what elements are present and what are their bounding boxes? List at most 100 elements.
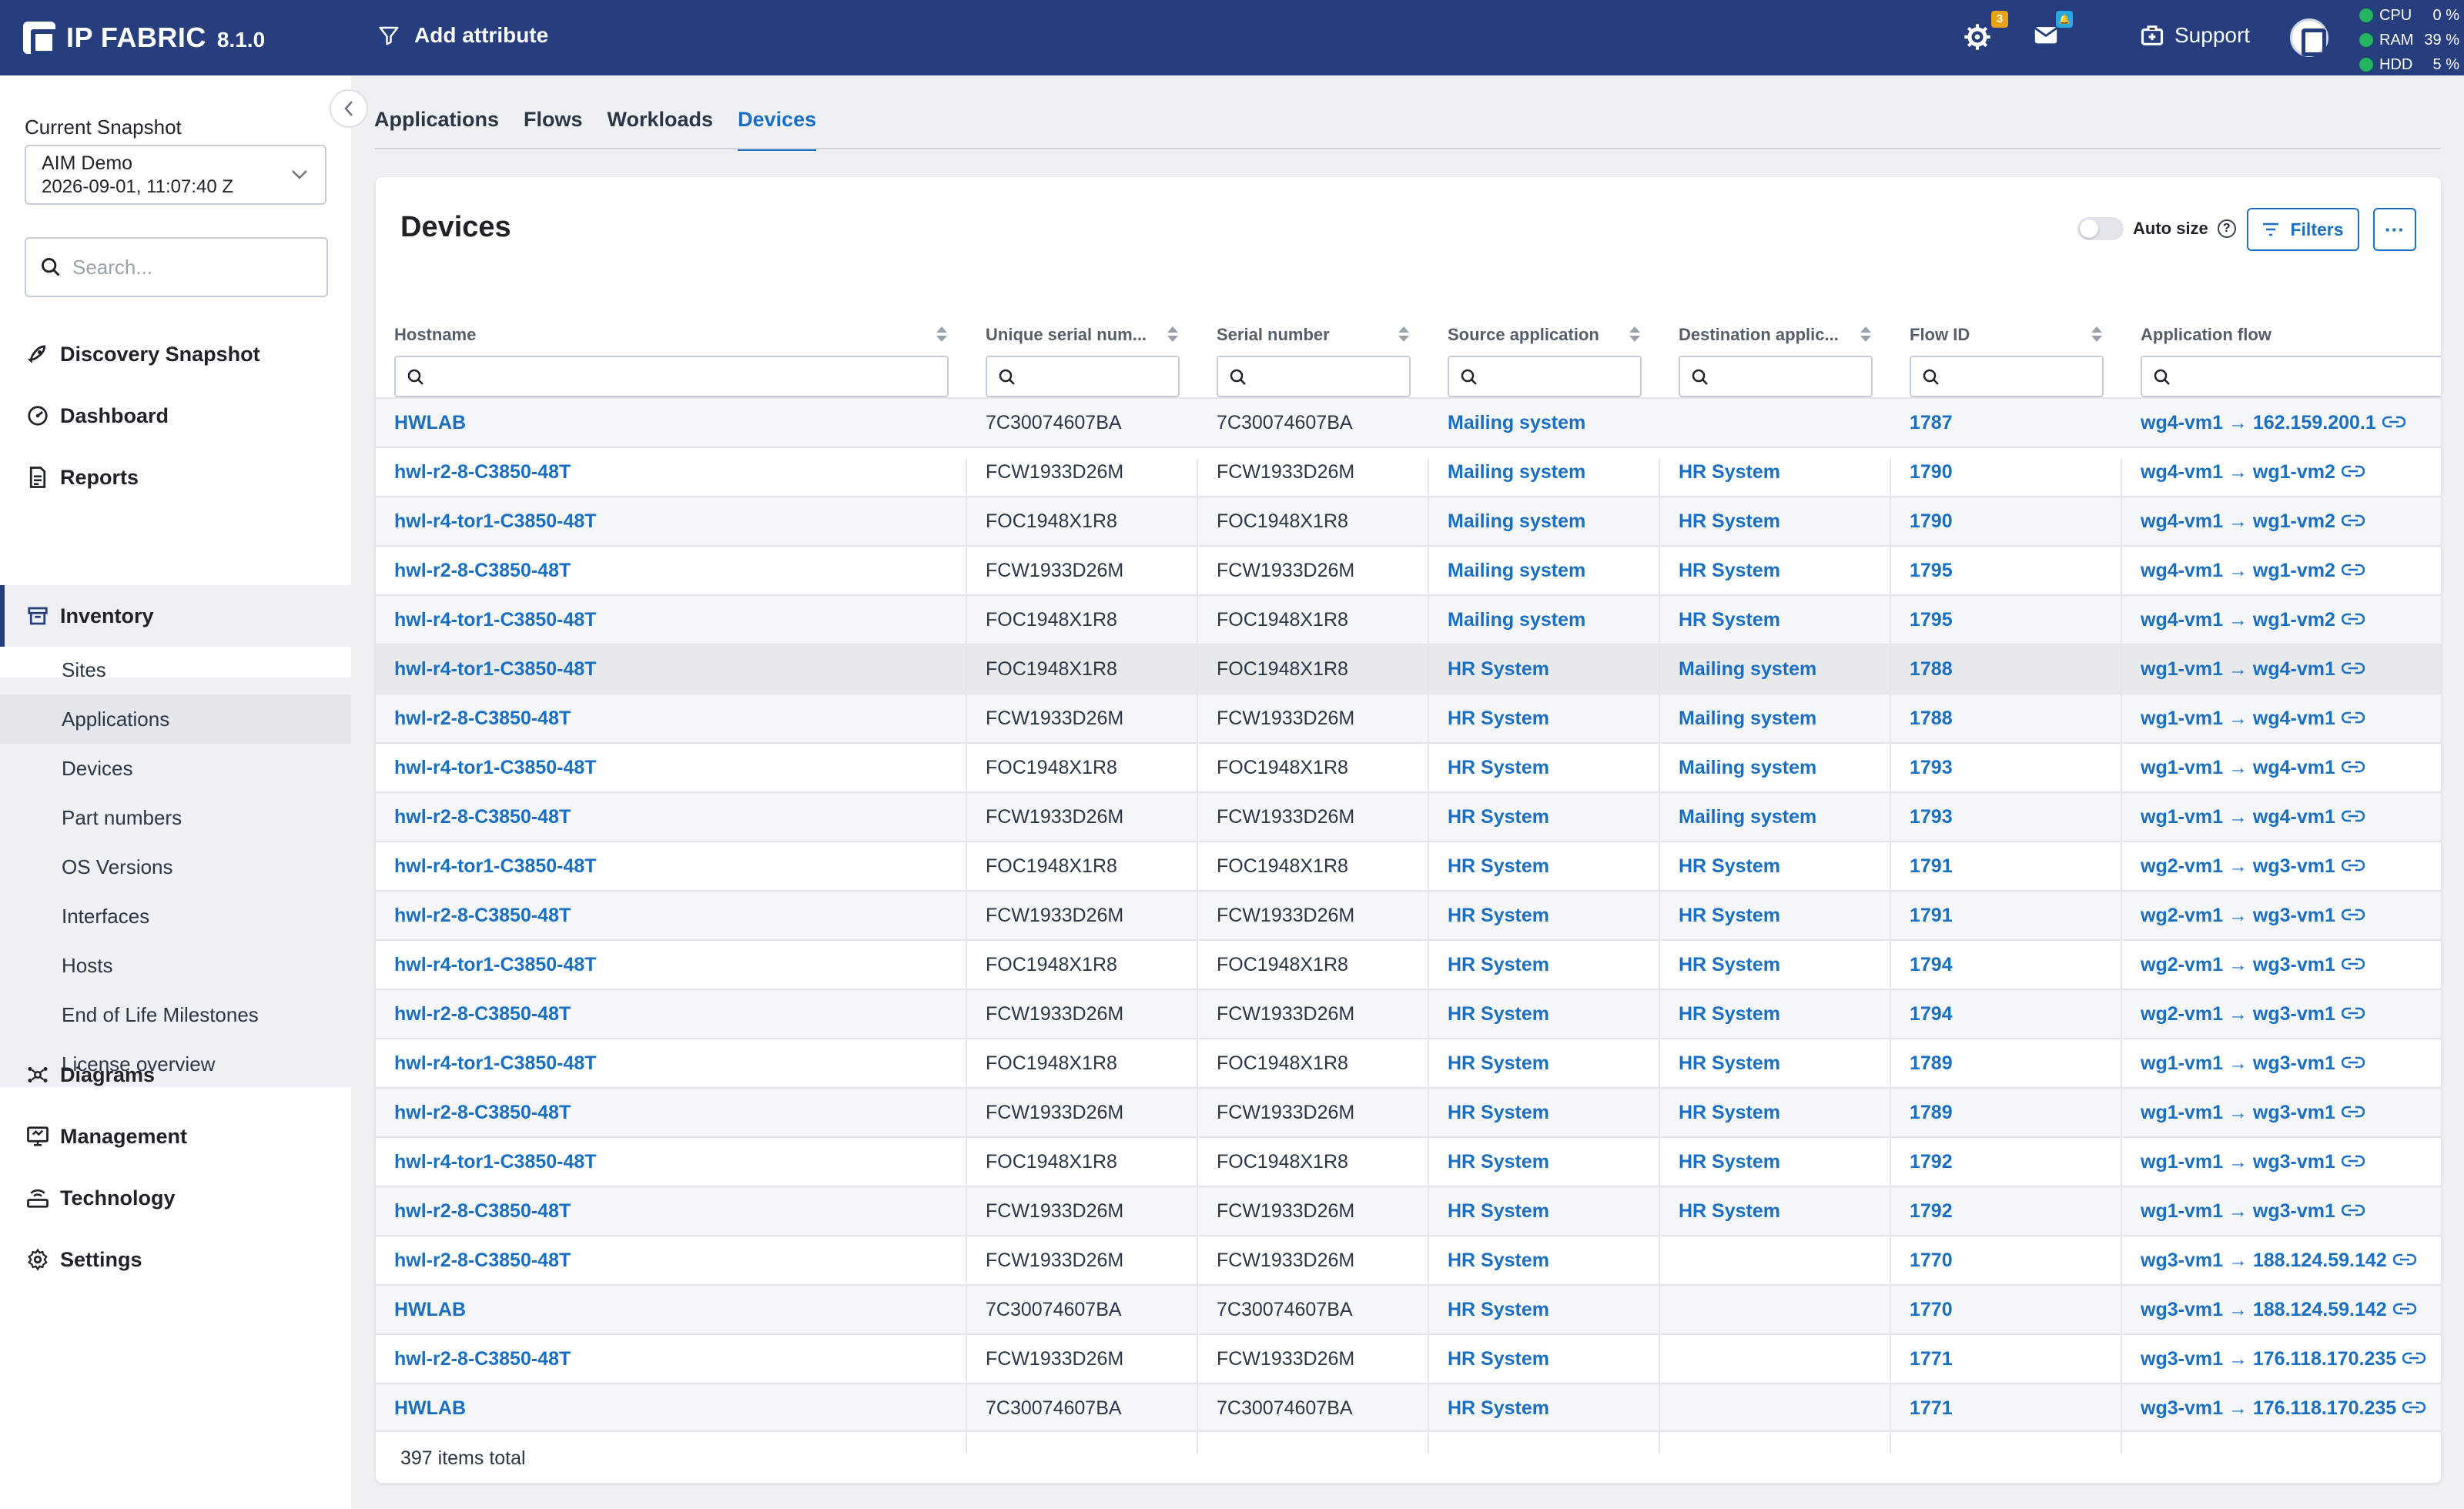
cell-application-flow[interactable]: wg3-vm1 → 176.118.170.235 bbox=[2141, 1384, 2426, 1432]
cell-flow-id[interactable]: 1795 bbox=[1910, 547, 1953, 594]
cell-source-app[interactable]: HR System bbox=[1448, 1089, 1549, 1136]
cell-application-flow[interactable]: wg3-vm1 → 188.124.59.142 bbox=[2141, 1236, 2416, 1284]
link-icon[interactable] bbox=[2341, 563, 2365, 577]
cell-source-app[interactable]: HR System bbox=[1448, 1236, 1549, 1284]
cell-source-app[interactable]: HR System bbox=[1448, 892, 1549, 939]
cell-source-app[interactable]: HR System bbox=[1448, 744, 1549, 791]
column-filter-input[interactable] bbox=[394, 356, 949, 397]
sidebar-item-hosts[interactable]: Hosts bbox=[0, 941, 351, 990]
link-icon[interactable] bbox=[2341, 760, 2365, 774]
nav-technology[interactable]: Technology bbox=[0, 1167, 351, 1229]
sidebar-item-applications[interactable]: Applications bbox=[0, 694, 351, 744]
cell-application-flow[interactable]: wg4-vm1 → wg1-vm2 bbox=[2141, 448, 2365, 496]
table-row[interactable]: hwl-r4-tor1-C3850-48T FOC1948X1R8 FOC1948X… bbox=[376, 742, 2441, 791]
cell-source-app[interactable]: HR System bbox=[1448, 1039, 1549, 1087]
column-header-application-flow[interactable]: Application flow bbox=[2122, 293, 2441, 397]
link-icon[interactable] bbox=[2341, 1105, 2365, 1119]
cell-source-app[interactable]: HR System bbox=[1448, 645, 1549, 693]
nav-reports[interactable]: Reports bbox=[0, 447, 351, 508]
sort-arrows-icon[interactable] bbox=[1860, 326, 1871, 343]
link-icon[interactable] bbox=[2341, 809, 2365, 823]
table-row[interactable]: hwl-r2-8-C3850-48T FCW1933D26M FCW1933D26M… bbox=[376, 1087, 2441, 1136]
sort-arrows-icon[interactable] bbox=[936, 326, 947, 343]
messages-button[interactable]: 🔔 bbox=[2033, 11, 2073, 52]
cell-destination-app[interactable]: Mailing system bbox=[1679, 793, 1816, 841]
sidebar-item-sites[interactable]: Sites bbox=[0, 645, 351, 694]
cell-application-flow[interactable]: wg1-vm1 → wg3-vm1 bbox=[2141, 1039, 2365, 1087]
cell-destination-app[interactable]: Mailing system bbox=[1679, 694, 1816, 742]
cell-hostname[interactable]: hwl-r2-8-C3850-48T bbox=[394, 990, 571, 1038]
cell-hostname[interactable]: hwl-r2-8-C3850-48T bbox=[394, 1187, 571, 1235]
column-header-destination-app[interactable]: Destination applic... bbox=[1660, 293, 1891, 397]
cell-flow-id[interactable]: 1770 bbox=[1910, 1236, 1953, 1284]
cell-flow-id[interactable]: 1788 bbox=[1910, 694, 1953, 742]
cell-flow-id[interactable]: 1794 bbox=[1910, 990, 1953, 1038]
table-row[interactable]: hwl-r2-8-C3850-48T FCW1933D26M FCW1933D26M… bbox=[376, 545, 2441, 594]
sidebar-item-eol-milestones[interactable]: End of Life Milestones bbox=[0, 990, 351, 1039]
column-header-serial[interactable]: Serial number bbox=[1198, 293, 1429, 397]
cell-source-app[interactable]: HR System bbox=[1448, 694, 1549, 742]
link-icon[interactable] bbox=[2341, 1154, 2365, 1168]
cell-flow-id[interactable]: 1792 bbox=[1910, 1138, 1953, 1186]
cell-source-app[interactable]: HR System bbox=[1448, 1335, 1549, 1383]
cell-application-flow[interactable]: wg3-vm1 → 188.124.59.142 bbox=[2141, 1286, 2416, 1333]
cell-source-app[interactable]: Mailing system bbox=[1448, 448, 1585, 496]
table-row[interactable]: hwl-r2-8-C3850-48T FCW1933D26M FCW1933D26M… bbox=[376, 989, 2441, 1038]
link-icon[interactable] bbox=[2341, 514, 2365, 527]
cell-hostname[interactable]: hwl-r2-8-C3850-48T bbox=[394, 793, 571, 841]
cell-application-flow[interactable]: wg4-vm1 → 162.159.200.1 bbox=[2141, 399, 2405, 447]
cell-hostname[interactable]: HWLAB bbox=[394, 1286, 466, 1333]
table-row[interactable]: hwl-r4-tor1-C3850-48T FOC1948X1R8 FOC1948X… bbox=[376, 841, 2441, 890]
link-icon[interactable] bbox=[2341, 1006, 2365, 1020]
cell-application-flow[interactable]: wg1-vm1 → wg4-vm1 bbox=[2141, 793, 2365, 841]
collapse-sidebar-button[interactable] bbox=[330, 89, 368, 128]
cell-flow-id[interactable]: 1790 bbox=[1910, 497, 1953, 545]
cell-destination-app[interactable]: HR System bbox=[1679, 1039, 1780, 1087]
cell-flow-id[interactable]: 1793 bbox=[1910, 793, 1953, 841]
sort-arrows-icon[interactable] bbox=[1167, 326, 1178, 343]
cell-hostname[interactable]: HWLAB bbox=[394, 1384, 466, 1432]
sidebar-search-input[interactable]: Search... bbox=[25, 237, 328, 297]
nav-settings[interactable]: Settings bbox=[0, 1229, 351, 1290]
link-icon[interactable] bbox=[2341, 661, 2365, 675]
cell-flow-id[interactable]: 1789 bbox=[1910, 1039, 1953, 1087]
cell-hostname[interactable]: hwl-r4-tor1-C3850-48T bbox=[394, 497, 597, 545]
sidebar-item-interfaces[interactable]: Interfaces bbox=[0, 892, 351, 941]
link-icon[interactable] bbox=[2402, 1351, 2426, 1365]
cell-application-flow[interactable]: wg2-vm1 → wg3-vm1 bbox=[2141, 842, 2365, 890]
cell-hostname[interactable]: hwl-r4-tor1-C3850-48T bbox=[394, 842, 597, 890]
cell-hostname[interactable]: hwl-r4-tor1-C3850-48T bbox=[394, 744, 597, 791]
link-icon[interactable] bbox=[2341, 1203, 2365, 1217]
link-icon[interactable] bbox=[2382, 415, 2405, 429]
cell-application-flow[interactable]: wg4-vm1 → wg1-vm2 bbox=[2141, 596, 2365, 644]
table-row[interactable]: hwl-r2-8-C3850-48T FCW1933D26M FCW1933D26M… bbox=[376, 1186, 2441, 1235]
cell-hostname[interactable]: hwl-r2-8-C3850-48T bbox=[394, 694, 571, 742]
filters-button[interactable]: Filters bbox=[2247, 208, 2359, 251]
cell-application-flow[interactable]: wg1-vm1 → wg3-vm1 bbox=[2141, 1187, 2365, 1235]
column-filter-input[interactable] bbox=[1679, 356, 1873, 397]
auto-size-toggle[interactable] bbox=[2077, 217, 2124, 240]
cell-destination-app[interactable]: HR System bbox=[1679, 1138, 1780, 1186]
cell-destination-app[interactable]: HR System bbox=[1679, 448, 1780, 496]
cell-application-flow[interactable]: wg1-vm1 → wg3-vm1 bbox=[2141, 1089, 2365, 1136]
cell-application-flow[interactable]: wg1-vm1 → wg3-vm1 bbox=[2141, 1138, 2365, 1186]
column-filter-input[interactable] bbox=[1448, 356, 1642, 397]
cell-application-flow[interactable]: wg2-vm1 → wg3-vm1 bbox=[2141, 941, 2365, 989]
column-header-hostname[interactable]: Hostname bbox=[376, 293, 967, 397]
cell-flow-id[interactable]: 1788 bbox=[1910, 645, 1953, 693]
cell-flow-id[interactable]: 1790 bbox=[1910, 448, 1953, 496]
cell-application-flow[interactable]: wg4-vm1 → wg1-vm2 bbox=[2141, 497, 2365, 545]
help-icon[interactable]: ? bbox=[2217, 219, 2236, 238]
table-row[interactable]: hwl-r2-8-C3850-48T FCW1933D26M FCW1933D26M… bbox=[376, 791, 2441, 841]
cell-flow-id[interactable]: 1787 bbox=[1910, 399, 1953, 447]
cell-destination-app[interactable]: HR System bbox=[1679, 1089, 1780, 1136]
tab-workloads[interactable]: Workloads bbox=[608, 108, 714, 151]
cell-flow-id[interactable]: 1791 bbox=[1910, 892, 1953, 939]
cell-destination-app[interactable]: Mailing system bbox=[1679, 645, 1816, 693]
user-avatar[interactable] bbox=[2290, 18, 2328, 57]
more-options-button[interactable]: ··· bbox=[2373, 208, 2416, 251]
column-header-unique-serial[interactable]: Unique serial num... bbox=[967, 293, 1198, 397]
cell-source-app[interactable]: HR System bbox=[1448, 842, 1549, 890]
cell-flow-id[interactable]: 1771 bbox=[1910, 1335, 1953, 1383]
sort-arrows-icon[interactable] bbox=[1629, 326, 1640, 343]
